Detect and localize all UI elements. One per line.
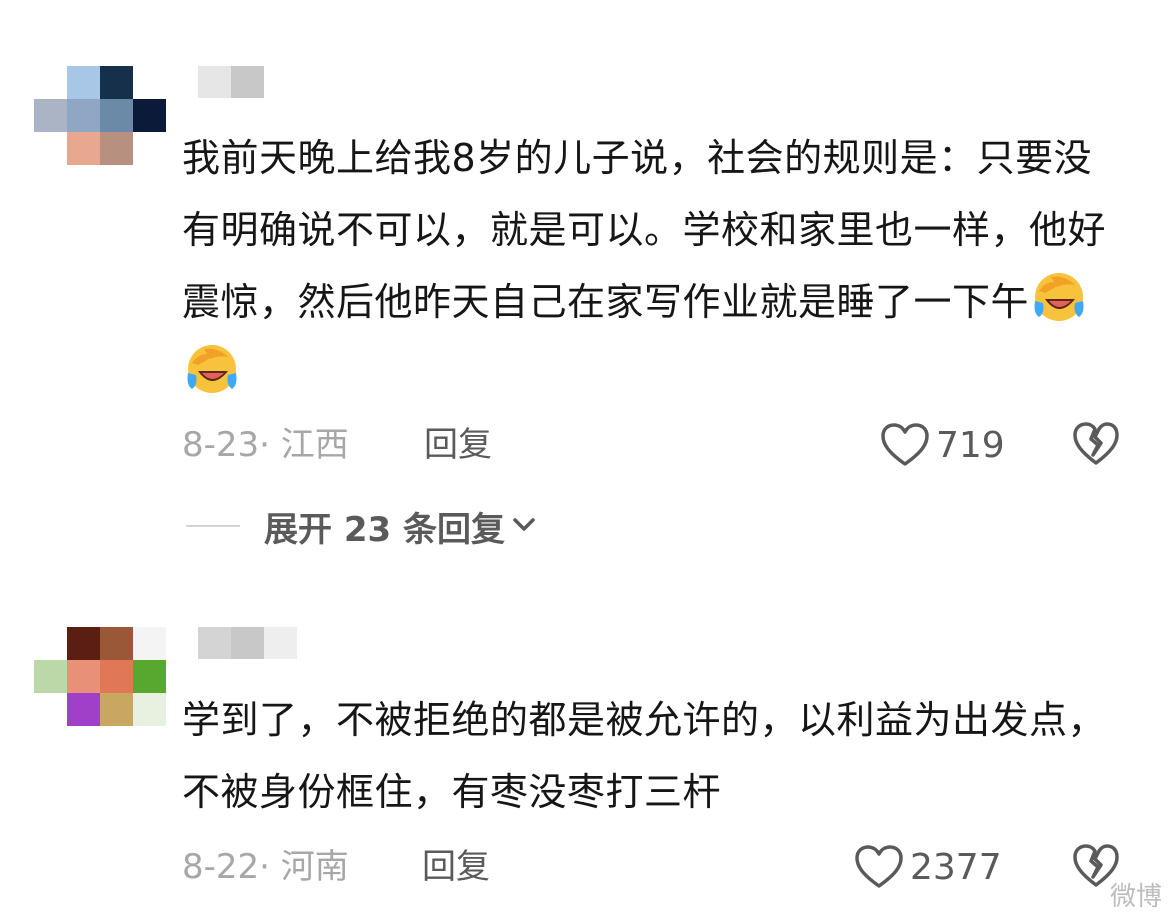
chevron-down-icon bbox=[511, 514, 537, 538]
avatar-pixel bbox=[133, 660, 166, 693]
avatar-pixel bbox=[67, 66, 100, 99]
crying-laughing-emoji bbox=[184, 341, 240, 397]
avatar-pixel bbox=[67, 693, 100, 726]
avatar-pixel bbox=[133, 627, 166, 660]
reply-button[interactable]: 回复 bbox=[424, 421, 492, 469]
like-count: 719 bbox=[936, 424, 1005, 466]
avatar[interactable] bbox=[34, 66, 166, 166]
like-button[interactable]: 719 bbox=[880, 421, 1005, 469]
broken-heart-icon bbox=[1072, 421, 1120, 467]
like-count: 2377 bbox=[910, 846, 1002, 888]
username-pixel bbox=[198, 627, 231, 659]
avatar-pixel bbox=[34, 660, 67, 693]
avatar-pixel bbox=[100, 693, 133, 726]
comment-text: 学到了，不被拒绝的都是被允许的，以利益为出发点，不被身份框住，有枣没枣打三杆 bbox=[182, 684, 1122, 828]
dislike-button[interactable] bbox=[1072, 421, 1120, 467]
avatar-pixel bbox=[100, 99, 133, 132]
username-pixel bbox=[264, 627, 297, 659]
avatar-pixel bbox=[67, 627, 100, 660]
watermark: 微博 bbox=[1109, 882, 1162, 912]
avatar[interactable] bbox=[34, 627, 166, 727]
avatar-pixel bbox=[100, 660, 133, 693]
crying-laughing-emoji bbox=[1031, 269, 1087, 325]
comment-text-content: 我前天晚上给我8岁的儿子说，社会的规则是：只要没有明确说不可以，就是可以。学校和… bbox=[182, 136, 1107, 324]
avatar-pixel bbox=[67, 99, 100, 132]
comment-text: 我前天晚上给我8岁的儿子说，社会的规则是：只要没有明确说不可以，就是可以。学校和… bbox=[182, 122, 1122, 410]
avatar-pixel bbox=[133, 99, 166, 132]
avatar-pixel bbox=[34, 99, 67, 132]
avatar-pixel bbox=[100, 66, 133, 99]
comment-text-content: 学到了，不被拒绝的都是被允许的，以利益为出发点，不被身份框住，有枣没枣打三杆 bbox=[182, 698, 1107, 814]
username-pixel bbox=[198, 66, 231, 98]
heart-icon bbox=[854, 844, 904, 890]
like-button[interactable]: 2377 bbox=[854, 843, 1002, 891]
date-location: 8-22· 河南 bbox=[182, 847, 349, 887]
username-pixel bbox=[231, 627, 264, 659]
divider-line bbox=[186, 525, 240, 527]
avatar-pixel bbox=[67, 660, 100, 693]
reply-button[interactable]: 回复 bbox=[422, 843, 490, 891]
expand-replies-label: 展开 23 条回复 bbox=[264, 509, 505, 550]
date-location: 8-23· 江西 bbox=[182, 425, 349, 465]
avatar-pixel bbox=[67, 132, 100, 165]
expand-replies-button[interactable]: 展开 23 条回复 bbox=[186, 504, 537, 550]
avatar-pixel bbox=[100, 132, 133, 165]
heart-icon bbox=[880, 422, 930, 468]
avatar-pixel bbox=[133, 693, 166, 726]
avatar-pixel bbox=[100, 627, 133, 660]
username-pixel bbox=[231, 66, 264, 98]
